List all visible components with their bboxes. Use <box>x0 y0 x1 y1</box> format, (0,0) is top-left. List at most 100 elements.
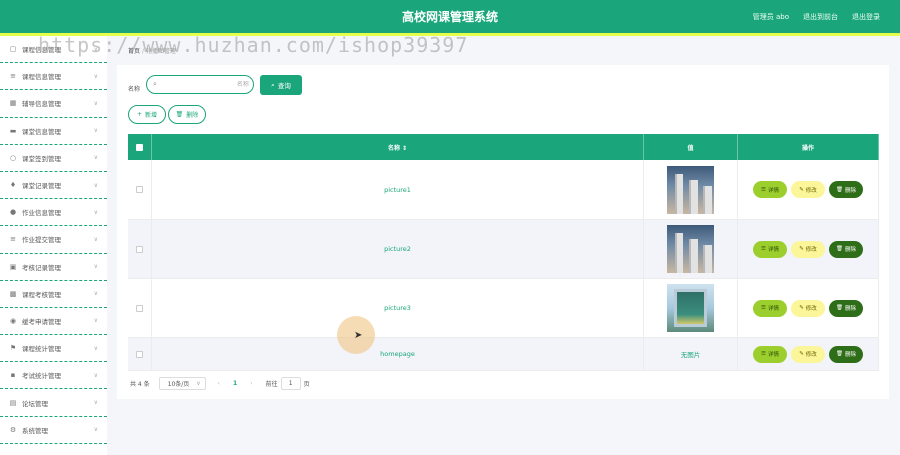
breadcrumb-current: 轮播图管理 <box>146 48 177 55</box>
search-field[interactable]: ⌕ <box>146 75 254 94</box>
sidebar-item-tutoring[interactable]: ▦ 辅导信息管理 ∨ <box>0 90 107 118</box>
sidebar-item-label: 课程考核管理 <box>22 290 61 299</box>
row-checkbox[interactable] <box>136 304 143 312</box>
table-row: picture3 ☰ 详情 ✎ 修改 🗑︎ 删除 <box>128 279 879 338</box>
list-icon: ≡ <box>10 72 16 81</box>
row-thumbnail[interactable] <box>667 284 714 332</box>
edit-label: 修改 <box>805 247 817 253</box>
edit-label: 修改 <box>805 187 817 194</box>
query-button-label: 查询 <box>277 82 291 90</box>
delete-label: 删除 <box>844 306 856 312</box>
detail-button[interactable]: ☰ 详情 <box>753 181 787 198</box>
sidebar-item-class-record[interactable]: ♦ 课堂记录管理 ∨ <box>0 172 107 200</box>
delete-button[interactable]: 🗑︎ 删除 <box>829 299 863 317</box>
sidebar-item-checkin[interactable]: ○ 课堂签到管理 ∨ <box>0 145 107 172</box>
edit-icon: ✎ <box>799 246 804 252</box>
row-value <box>644 279 738 337</box>
sidebar-item-system[interactable]: ⚙ 系统管理 ∨ <box>0 417 107 444</box>
admin-label: 管理员 abo <box>752 13 789 21</box>
page-number[interactable]: 1 <box>233 380 237 387</box>
trash-icon: 🗑︎ <box>836 305 843 311</box>
table-row: homepage 无图片 ☰ 详情 ✎ 修改 🗑︎ 删除 <box>128 338 879 371</box>
sidebar-item-course-info[interactable]: ▢ 课程信息管理 ∨ <box>0 36 107 64</box>
row-checkbox[interactable] <box>136 186 143 193</box>
sidebar-item-classroom[interactable]: ▬ 课堂信息管理 ∨ <box>0 118 107 145</box>
sidebar-item-deferral[interactable]: ◉ 缓考申请管理 ∨ <box>0 308 107 336</box>
sidebar-item-homework-submit[interactable]: ≡ 作业提交管理 ∨ <box>0 226 107 254</box>
page-size-select[interactable]: 10条/页 ∨ <box>158 377 206 390</box>
sidebar-item-course-assessment[interactable]: ▩ 课程考核管理 ∨ <box>0 281 107 308</box>
row-check-cell <box>128 279 152 337</box>
sidebar-item-course-info-2[interactable]: ≡ 课程信息管理 ∨ <box>0 63 107 91</box>
detail-button[interactable]: ☰ 详情 <box>753 299 787 317</box>
mic-icon: ♦ <box>9 181 17 190</box>
row-ops: ☰ 详情 ✎ 修改 🗑︎ 删除 <box>738 160 879 219</box>
prev-page-button[interactable]: ‹ <box>218 380 220 387</box>
chevron-down-icon: ∨ <box>93 181 98 189</box>
header-links: 管理员 abo 退出到前台 退出登录 <box>753 12 880 22</box>
chat-icon: ▪ <box>10 371 16 380</box>
detail-button[interactable]: ☰ 详情 <box>753 345 787 363</box>
chevron-down-icon: ∨ <box>93 235 98 243</box>
delete-button[interactable]: 🗑︎ 删除 <box>829 240 863 258</box>
trash-icon: 🗑︎ <box>836 186 843 193</box>
delete-button[interactable]: 🗑︎ 删除 <box>829 181 863 198</box>
sidebar-item-label: 课堂签到管理 <box>22 154 61 163</box>
breadcrumb-home[interactable]: 首页 <box>128 48 140 55</box>
sidebar-item-homework[interactable]: ● 作业信息管理 ∨ <box>0 199 107 227</box>
back-to-front-link[interactable]: 退出到前台 <box>803 12 838 22</box>
row-checkbox[interactable] <box>136 245 143 253</box>
sidebar-item-assessment-record[interactable]: ▣ 考核记录管理 ∨ <box>0 254 107 281</box>
row-thumbnail[interactable] <box>667 165 714 214</box>
chevron-down-icon: ∨ <box>93 72 98 80</box>
select-all-cell <box>128 134 152 160</box>
select-all-checkbox[interactable] <box>136 143 143 151</box>
row-checkbox[interactable] <box>136 350 143 358</box>
building-icon: ▦ <box>9 99 17 108</box>
page-size-value: 10条/页 <box>167 381 190 388</box>
detail-button[interactable]: ☰ 详情 <box>753 240 787 258</box>
sidebar-item-forum[interactable]: ▤ 论坛管理 ∨ <box>0 389 107 417</box>
edit-button[interactable]: ✎ 修改 <box>791 181 825 198</box>
monitor-icon: ▬ <box>9 126 17 135</box>
header-name[interactable]: 名称 ⇕ <box>152 134 644 160</box>
breadcrumb: 首页 / 轮播图管理 <box>128 46 176 55</box>
chevron-down-icon: ∨ <box>196 380 201 387</box>
goto-input[interactable]: 1 <box>280 377 301 390</box>
chevron-down-icon: ∨ <box>93 127 98 135</box>
main-panel: 名称 ⌕ ⌕ 查询 + 新增 🗑︎ 删除 名称 ⇕ 值 操作 picture1 <box>117 65 889 399</box>
next-page-button[interactable]: › <box>250 380 252 387</box>
batch-delete-button[interactable]: 🗑︎ 删除 <box>168 105 206 124</box>
doc-icon: ▤ <box>9 398 17 407</box>
add-button[interactable]: + 新增 <box>128 105 166 124</box>
query-button[interactable]: ⌕ 查询 <box>260 75 302 95</box>
total-count: 共 4 条 <box>130 381 150 388</box>
table-row: picture2 ☰ 详情 ✎ 修改 🗑︎ 删除 <box>128 220 879 279</box>
sidebar-item-exam-stats[interactable]: ▪ 考试统计管理 ∨ <box>0 362 107 390</box>
row-ops: ☰ 详情 ✎ 修改 🗑︎ 删除 <box>738 338 879 370</box>
chevron-down-icon: ∨ <box>93 99 98 107</box>
plus-icon: + <box>136 111 142 118</box>
edit-button[interactable]: ✎ 修改 <box>791 240 825 258</box>
row-check-cell <box>128 338 152 370</box>
mouse-cursor-icon: ➤ <box>354 330 363 341</box>
row-name: picture3 <box>152 279 644 337</box>
list-icon: ≡ <box>10 235 16 244</box>
chevron-down-icon: ∨ <box>93 317 98 325</box>
row-thumbnail[interactable] <box>667 225 714 273</box>
logout-link[interactable]: 退出登录 <box>852 12 880 22</box>
edit-button[interactable]: ✎ 修改 <box>791 299 825 317</box>
search-input[interactable] <box>160 81 249 88</box>
circle-icon: ○ <box>9 153 17 162</box>
chevron-down-icon: ∨ <box>93 344 98 352</box>
chevron-down-icon: ∨ <box>93 399 98 407</box>
detail-label: 详情 <box>767 306 779 312</box>
edit-icon: ✎ <box>799 186 804 193</box>
header-ops: 操作 <box>738 134 879 160</box>
chevron-down-icon: ∨ <box>93 208 98 216</box>
detail-icon: ☰ <box>761 305 766 311</box>
edit-button[interactable]: ✎ 修改 <box>791 345 825 363</box>
trash-icon: 🗑︎ <box>836 351 843 357</box>
delete-button[interactable]: 🗑︎ 删除 <box>829 345 863 363</box>
sidebar-item-course-stats[interactable]: ⚑ 课程统计管理 ∨ <box>0 335 107 363</box>
